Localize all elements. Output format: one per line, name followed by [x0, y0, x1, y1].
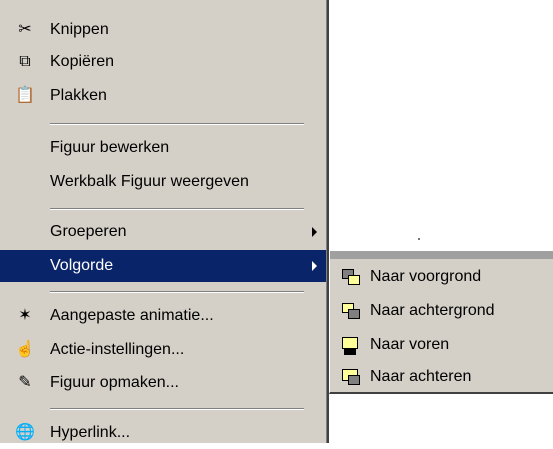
submenu-item-naar-achteren[interactable]: Naar achteren — [330, 361, 553, 393]
menu-item-label: Plakken — [50, 87, 107, 104]
context-menu: ✂ Knippen ⧉ Kopiëren 📋 Plakken Figuur be… — [0, 0, 329, 443]
submenu-item-naar-achtergrond[interactable]: Naar achtergrond — [330, 295, 553, 327]
format-icon: ✎ — [18, 374, 32, 391]
menu-separator — [50, 208, 304, 210]
submenu-item-label: Naar voorgrond — [370, 268, 482, 285]
menu-item-groeperen[interactable]: Groeperen — [0, 216, 327, 248]
menu-item-figuur-bewerken[interactable]: Figuur bewerken — [0, 132, 327, 164]
bring-to-front-icon — [342, 269, 360, 285]
menu-separator — [50, 291, 304, 293]
send-backward-icon — [342, 369, 360, 385]
menu-item-actie-instellingen[interactable]: ☝ Actie-instellingen... — [0, 334, 327, 366]
menu-separator — [50, 408, 304, 410]
submenu-volgorde: Naar voorgrond Naar achtergrond Naar vor… — [329, 250, 553, 394]
menu-item-label: Figuur opmaken... — [50, 374, 179, 391]
menu-item-label: Hyperlink... — [50, 424, 131, 441]
menu-item-label: Kopiëren — [50, 53, 115, 70]
menu-item-label: Actie-instellingen... — [50, 341, 185, 358]
submenu-item-label: Naar achteren — [370, 368, 472, 385]
submenu-arrow-icon — [312, 227, 317, 237]
menu-item-volgorde[interactable]: Volgorde — [0, 250, 327, 282]
hyperlink-icon: 🌐 — [15, 424, 35, 441]
action-icon: ☝ — [15, 341, 35, 358]
submenu-item-naar-voren[interactable]: Naar voren — [330, 329, 553, 361]
menu-item-plakken[interactable]: 📋 Plakken — [0, 80, 327, 112]
copy-icon: ⧉ — [19, 53, 31, 70]
menu-item-label: Volgorde — [50, 257, 114, 274]
menu-item-kopieren[interactable]: ⧉ Kopiëren — [0, 46, 327, 78]
menu-item-knippen[interactable]: ✂ Knippen — [0, 14, 327, 46]
submenu-item-label: Naar achtergrond — [370, 302, 495, 319]
stray-dot — [418, 238, 420, 240]
menu-item-figuur-opmaken[interactable]: ✎ Figuur opmaken... — [0, 367, 327, 399]
animation-icon: ✶ — [18, 307, 32, 324]
menu-item-aangepaste-animatie[interactable]: ✶ Aangepaste animatie... — [0, 300, 327, 332]
bring-forward-icon — [342, 337, 360, 355]
menu-item-label: Figuur bewerken — [50, 139, 170, 156]
submenu-item-naar-voorgrond[interactable]: Naar voorgrond — [330, 261, 553, 293]
menu-item-hyperlink[interactable]: 🌐 Hyperlink... — [0, 417, 327, 449]
submenu-title-bar — [330, 251, 553, 259]
menu-item-label: Knippen — [50, 21, 109, 38]
menu-item-label: Werkbalk Figuur weergeven — [50, 173, 249, 190]
submenu-item-label: Naar voren — [370, 336, 450, 353]
menu-item-label: Aangepaste animatie... — [50, 307, 214, 324]
menu-item-werkbalk-figuur[interactable]: Werkbalk Figuur weergeven — [0, 166, 327, 198]
submenu-arrow-icon — [312, 261, 317, 271]
scissors-icon: ✂ — [18, 21, 32, 38]
menu-item-label: Groeperen — [50, 223, 127, 240]
menu-separator — [50, 123, 304, 125]
paste-icon: 📋 — [15, 87, 35, 104]
send-to-back-icon — [342, 303, 360, 319]
